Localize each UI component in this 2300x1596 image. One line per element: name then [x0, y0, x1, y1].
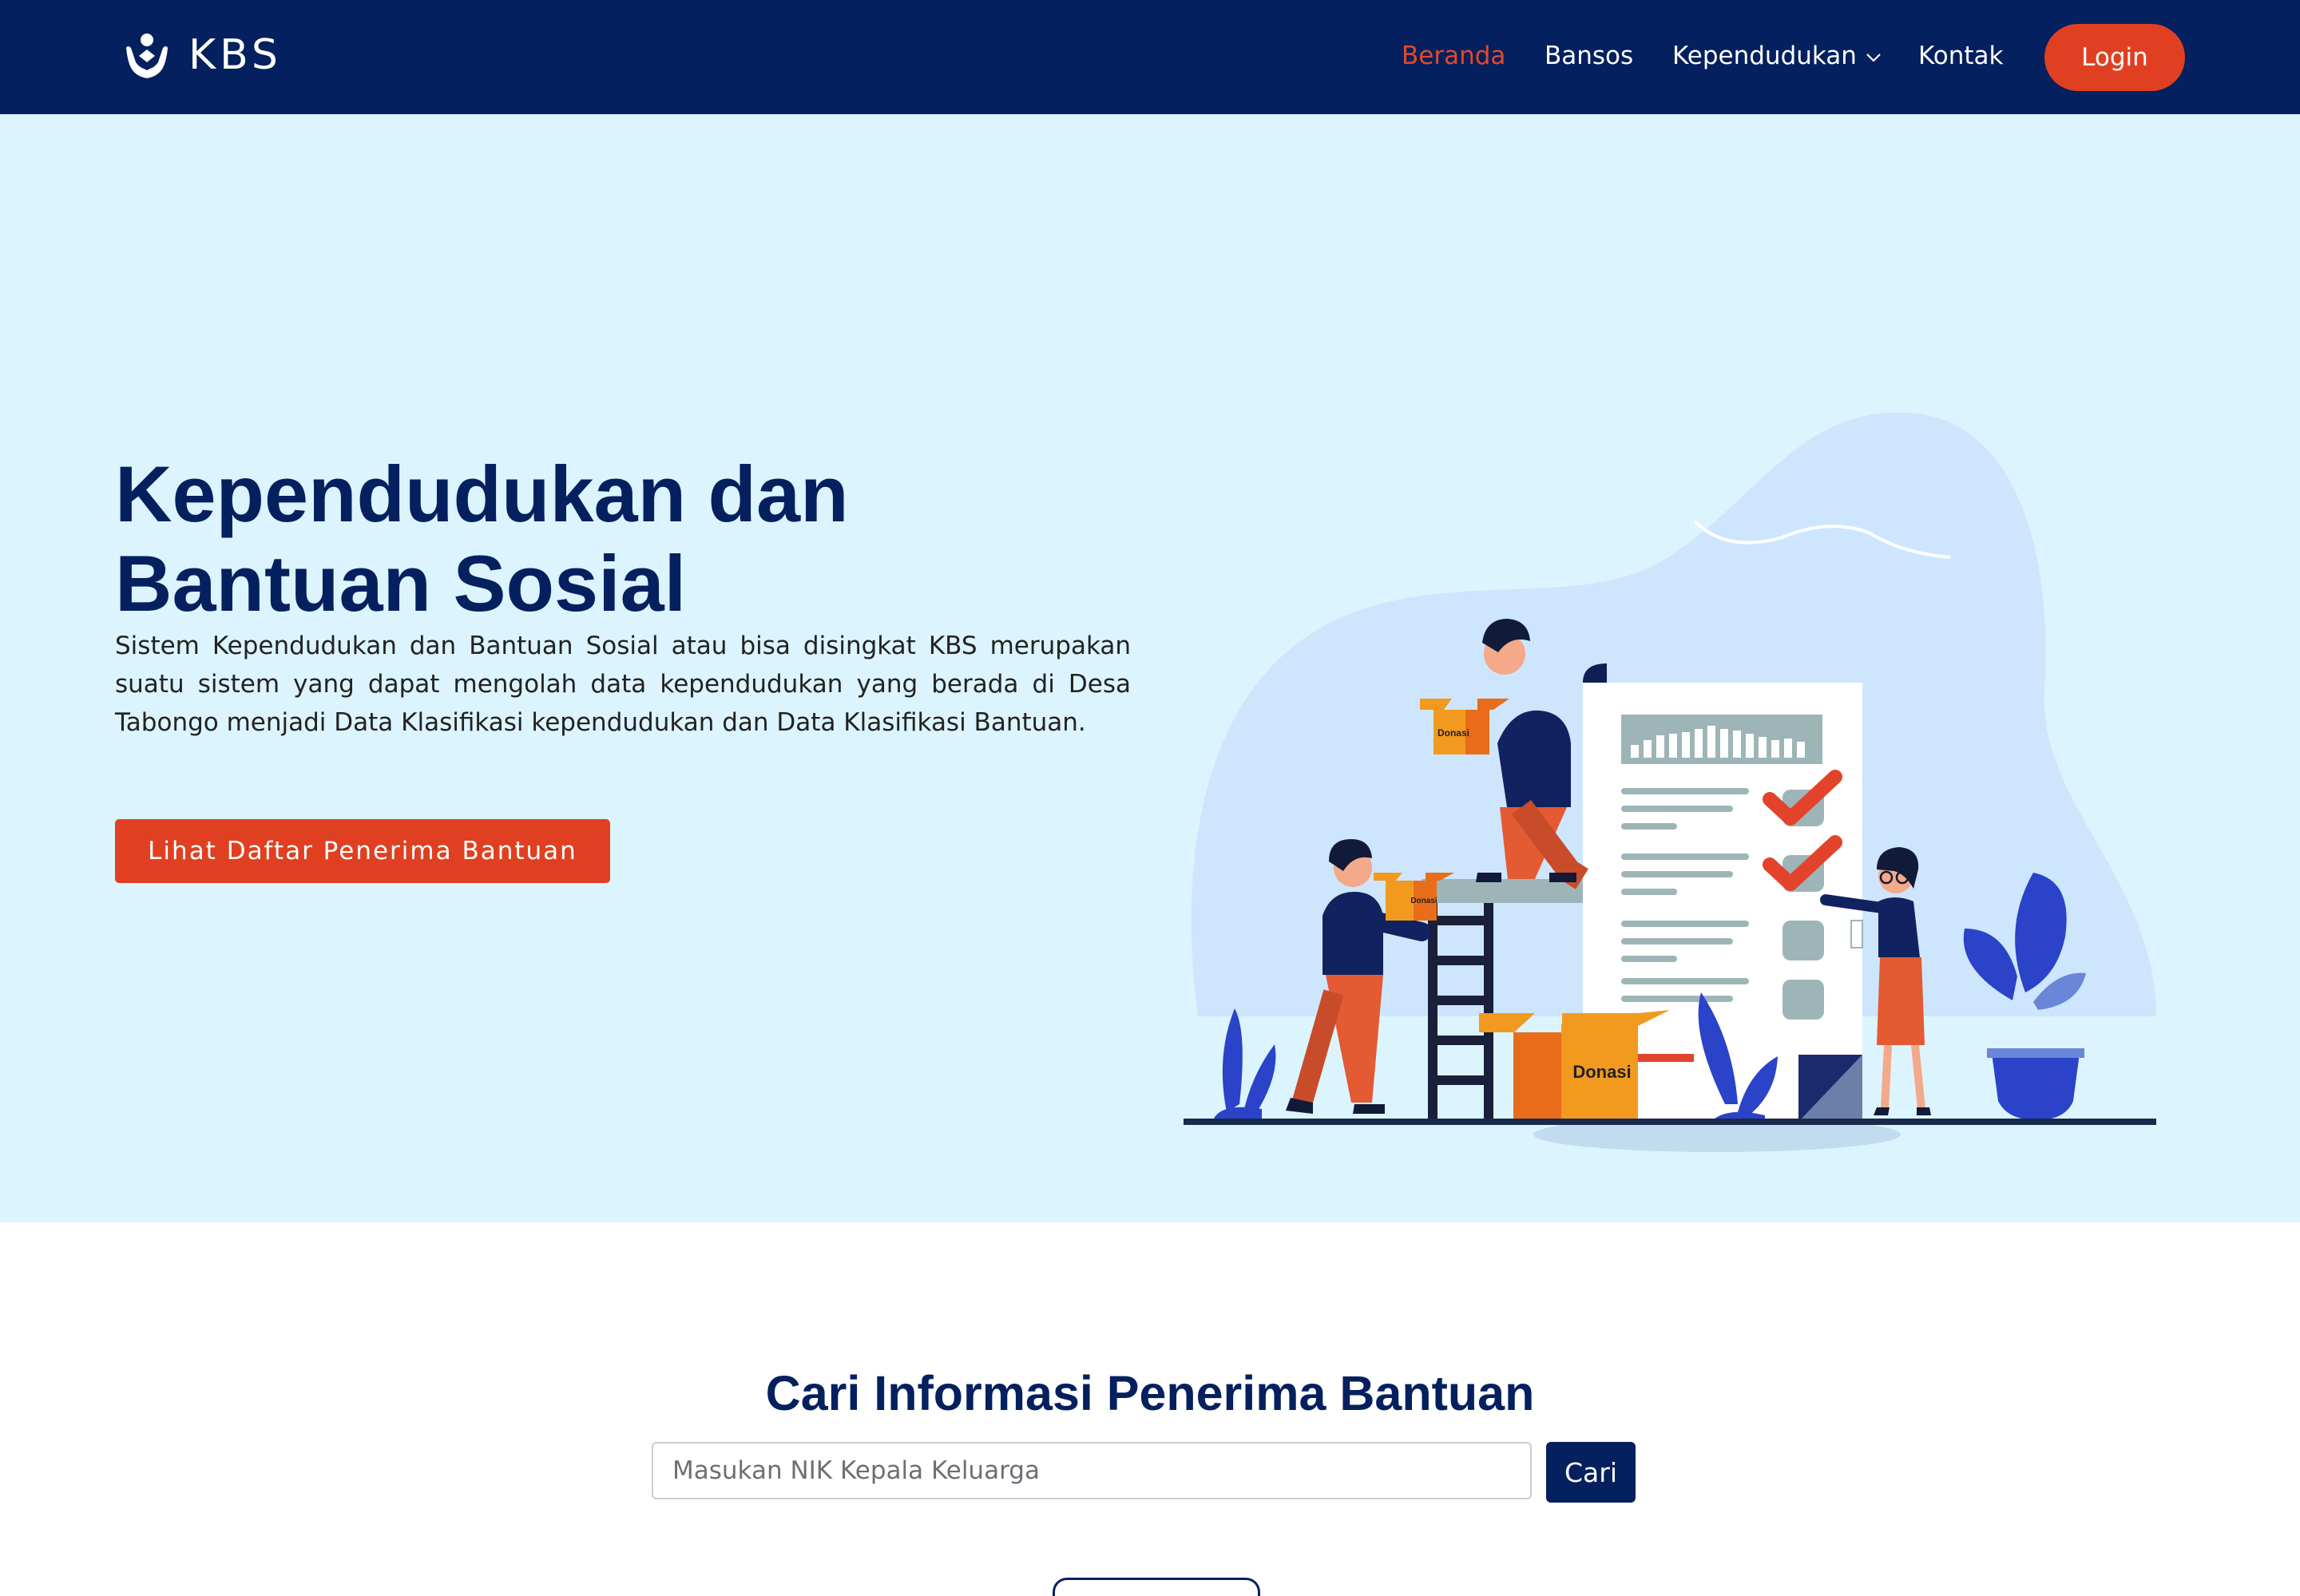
top-navbar: KBS Beranda Bansos Kependudukan Kontak L…	[0, 0, 2300, 114]
view-recipients-button[interactable]: Lihat Daftar Penerima Bantuan	[115, 819, 610, 883]
brand-name: KBS	[188, 31, 282, 79]
nav-kontak[interactable]: Kontak	[1918, 42, 2004, 70]
charity-hands-icon	[126, 34, 168, 78]
brand-logo[interactable]: KBS	[123, 30, 282, 80]
nik-search-input[interactable]	[652, 1442, 1532, 1499]
search-section-title: Cari Informasi Penerima Bantuan	[765, 1366, 1535, 1420]
hero-title-line1: Kependudukan dan	[115, 449, 849, 538]
nav-bansos[interactable]: Bansos	[1545, 42, 1633, 70]
search-button[interactable]: Cari	[1546, 1442, 1636, 1503]
nav-kependudukan-dropdown[interactable]: Kependudukan	[1672, 42, 1882, 70]
nav-beranda[interactable]: Beranda	[1402, 42, 1505, 70]
donation-illustration: Donasi Donasi Donasi	[1184, 412, 2156, 1152]
plant-left	[1214, 1008, 1276, 1119]
box-label-small-top: Donasi	[1438, 727, 1469, 739]
nav-kependudukan-label: Kependudukan	[1672, 42, 1857, 70]
hero-title: Kependudukan dan Bantuan Sosial	[115, 449, 1073, 628]
next-section-button-edge	[1053, 1578, 1260, 1596]
login-button[interactable]: Login	[2044, 24, 2185, 91]
chevron-down-icon	[1866, 53, 1881, 62]
hero-description: Sistem Kependudukan dan Bantuan Sosial a…	[115, 632, 1131, 737]
hero-title-line2: Bantuan Sosial	[115, 539, 687, 628]
platform	[1422, 879, 1583, 903]
hero-section: Kependudukan dan Bantuan Sosial Sistem K…	[0, 114, 2300, 1222]
ground-line	[1184, 1119, 2156, 1125]
box-label-small-left: Donasi	[1410, 897, 1438, 905]
box-label-large: Donasi	[1572, 1062, 1631, 1082]
